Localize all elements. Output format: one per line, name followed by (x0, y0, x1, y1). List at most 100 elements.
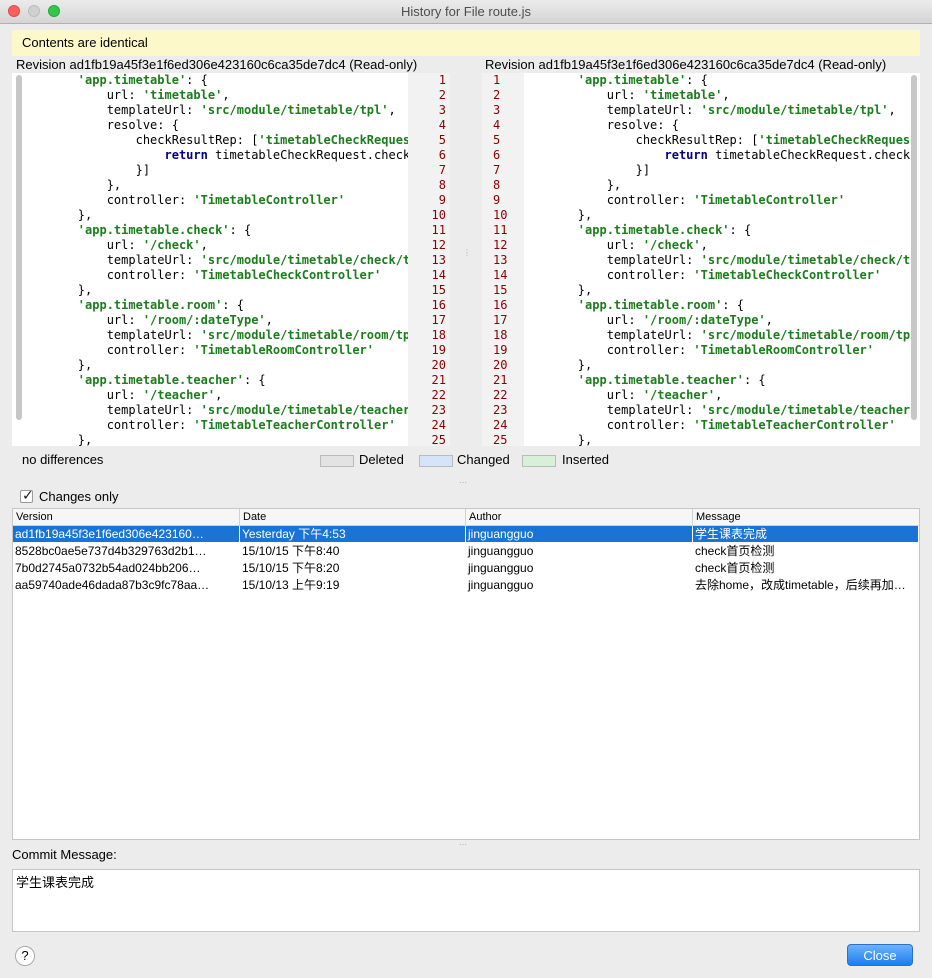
code-line: }, (524, 208, 910, 223)
left-code-pane[interactable]: 'app.timetable': { url: 'timetable', tem… (12, 73, 408, 446)
line-number: 8 (438, 178, 446, 192)
right-vertical-scrollbar[interactable] (911, 75, 917, 420)
code-line: 'app.timetable': { (20, 73, 408, 88)
column-header-date[interactable]: Date (240, 509, 466, 525)
help-button[interactable]: ? (15, 946, 35, 966)
column-header-author[interactable]: Author (466, 509, 693, 525)
code-token: 'timetable' (642, 88, 723, 102)
cell-version: ad1fb19a45f3e1f6ed306e423160… (13, 526, 240, 542)
table-row[interactable]: aa59740ade46dada87b3c9fc78aa… 15/10/13 上午… (13, 577, 919, 593)
line-number: 19 (493, 343, 508, 357)
code-token: 'timetableCheckReques (758, 133, 911, 147)
code-token: : { (229, 223, 252, 237)
line-number: 10 (431, 208, 446, 222)
line-number: 21 (431, 373, 446, 387)
column-header-version[interactable]: Version (13, 509, 240, 525)
line-number: 17 (493, 313, 508, 327)
code-line: templateUrl: 'src/module/timetable/teach… (20, 403, 408, 418)
pane-splitter-handle[interactable]: ⋮ (463, 248, 471, 262)
code-token: 'src/module/timetable/check/t (200, 253, 408, 267)
cell-author: jinguangguo (468, 544, 534, 558)
line-number: 12 (493, 238, 508, 252)
commit-message-box[interactable]: 学生课表完成 (12, 869, 920, 932)
code-line: url: '/teacher', (524, 388, 910, 403)
code-token: 'src/module/timetable/teacher (200, 403, 408, 417)
code-token: 'TimetableCheckController' (693, 268, 882, 282)
legend-deleted-swatch (320, 455, 354, 467)
left-line-gutter: 1 2 3 4 5 6 7 8 9 10 11 12 13 14 15 16 17 18 19 20 21 22 23 24 2… (408, 73, 450, 447)
column-header-message[interactable]: Message (693, 509, 919, 525)
code-line: url: '/room/:dateType', (20, 313, 408, 328)
line-number: 4 (493, 118, 501, 132)
code-token: templateUrl: (20, 103, 201, 117)
line-number: 18 (493, 328, 508, 342)
right-revision-header: Revision ad1fb19a45f3e1f6ed306e423160c6c… (485, 57, 887, 72)
table-row[interactable]: 8528bc0ae5e737d4b329763d2b1… 15/10/15 下午8… (13, 543, 919, 559)
legend-deleted-label: Deleted (359, 452, 404, 467)
splitter-grip-bottom[interactable]: ⋯ (459, 840, 473, 849)
code-token: url: (20, 388, 143, 402)
cell-author: jinguangguo (468, 578, 534, 592)
changes-only-checkbox[interactable]: ✓ (20, 487, 34, 503)
line-number: 19 (431, 343, 446, 357)
line-number: 20 (493, 358, 508, 372)
line-number: 16 (493, 298, 508, 312)
line-number: 23 (431, 403, 446, 417)
history-table[interactable]: Version Date Author Message ad1fb19a45f3… (12, 508, 920, 840)
right-line-gutter: 1 2 3 4 5 6 7 8 9 10 11 12 13 14 15 16 17 18 19 20 21 22 23 24 2… (482, 73, 524, 447)
left-vertical-scrollbar[interactable] (16, 75, 22, 420)
check-icon: ✓ (22, 487, 34, 503)
code-line: }, (20, 283, 408, 298)
code-line: templateUrl: 'src/module/timetable/tpl', (20, 103, 408, 118)
code-line: }, (20, 358, 408, 373)
code-token: }, (524, 208, 593, 222)
code-token: '/room/:dateType' (142, 313, 266, 327)
code-line: 'app.timetable.teacher': { (524, 373, 910, 388)
code-token: 'app.timetable' (577, 73, 687, 87)
line-number: 16 (431, 298, 446, 312)
line-number: 21 (493, 373, 508, 387)
code-token: 'src/module/timetable/room/tp (700, 328, 911, 342)
code-token: : { (186, 73, 208, 87)
code-token: '/room/:dateType' (642, 313, 766, 327)
code-token: 'TimetableController' (193, 193, 346, 207)
cell-author: jinguangguo (466, 526, 693, 542)
code-token: url: (20, 88, 143, 102)
table-row[interactable]: 7b0d2745a0732b54ad024bb206… 15/10/15 下午8:… (13, 560, 919, 576)
code-token: templateUrl: (20, 403, 201, 417)
splitter-grip-top[interactable]: ⋯ (459, 478, 473, 487)
code-token: controller: (20, 343, 194, 357)
code-token: '/check' (142, 238, 201, 252)
legend-inserted-swatch (522, 455, 556, 467)
cell-version: aa59740ade46dada87b3c9fc78aa… (15, 578, 210, 592)
close-button[interactable]: Close (847, 944, 913, 966)
code-token: 'TimetableTeacherController' (693, 418, 896, 432)
code-line: controller: 'TimetableController' (524, 193, 910, 208)
code-token: templateUrl: (524, 328, 701, 342)
code-line: templateUrl: 'src/module/timetable/tpl', (524, 103, 910, 118)
title-bar: History for File route.js (0, 0, 932, 24)
line-number: 13 (493, 253, 508, 267)
line-number: 4 (438, 118, 446, 132)
line-number: 22 (431, 388, 446, 402)
line-number: 13 (431, 253, 446, 267)
code-token: 'src/module/timetable/check/t (700, 253, 911, 267)
code-token: 'TimetableRoomController' (693, 343, 875, 357)
table-row[interactable]: ad1fb19a45f3e1f6ed306e423160… Yesterday 下… (13, 526, 919, 542)
code-line: }, (524, 358, 910, 373)
line-number: 17 (431, 313, 446, 327)
left-code-text: 'app.timetable': { url: 'timetable', tem… (20, 73, 408, 446)
code-token: }, (524, 178, 622, 192)
line-number: 18 (431, 328, 446, 342)
code-token: controller: (524, 268, 694, 282)
right-code-pane[interactable]: 'app.timetable': { url: 'timetable', tem… (524, 73, 920, 446)
code-line: 'app.timetable': { (524, 73, 910, 88)
line-number: 10 (493, 208, 508, 222)
code-line: }, (20, 208, 408, 223)
right-code-text: 'app.timetable': { url: 'timetable', tem… (524, 73, 910, 446)
legend-inserted-label: Inserted (562, 452, 609, 467)
code-line: url: '/teacher', (20, 388, 408, 403)
